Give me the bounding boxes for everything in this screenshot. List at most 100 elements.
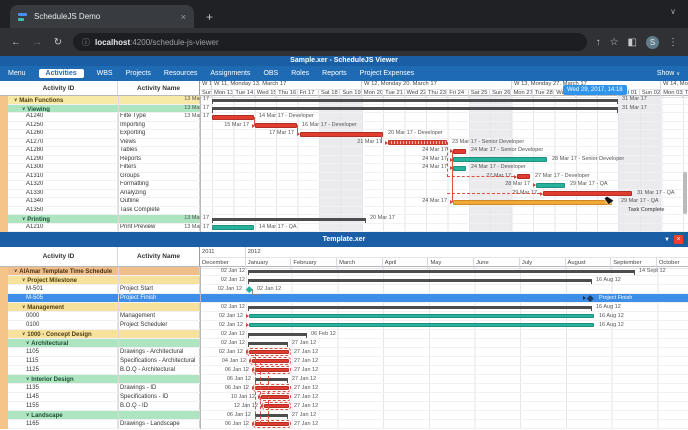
summary-bar[interactable] bbox=[248, 342, 288, 345]
task-bar[interactable] bbox=[249, 314, 594, 319]
reload-icon[interactable]: ↻ bbox=[52, 37, 64, 48]
new-tab-button[interactable]: + bbox=[206, 10, 213, 24]
sidepanel-icon[interactable]: ◧ bbox=[628, 37, 637, 48]
table-row[interactable]: A1280Tables 24 Mar 1724 Mar 17 - Senior … bbox=[0, 147, 688, 156]
table-row[interactable]: 1105Drawings - Architectural 02 Jan 1227… bbox=[0, 348, 688, 357]
browser-menu-kebab-icon[interactable]: ⋮ bbox=[668, 37, 678, 48]
show-dropdown[interactable]: Show∨ bbox=[657, 70, 680, 77]
group-row-architectural[interactable]: ∨Architectural 02 Jan 1227 Jan 12 bbox=[0, 339, 688, 348]
summary-bar[interactable] bbox=[212, 107, 618, 110]
task-bar[interactable] bbox=[212, 115, 254, 120]
task-bar[interactable] bbox=[536, 183, 565, 188]
table-row[interactable]: A1270Views 21 Mar 1723 Mar 17 - Senior D… bbox=[0, 139, 688, 148]
table-row[interactable]: A1260Exporting 17 Mar 1720 Mar 17 - Deve… bbox=[0, 130, 688, 139]
table-row[interactable]: A1320Formatting 28 Mar 1729 Mar 17 - QA bbox=[0, 181, 688, 190]
group-row-project-milestone[interactable]: ∨Project Milestone 02 Jan 1216 Aug 12 bbox=[0, 276, 688, 285]
collapse-caret-icon[interactable]: ∨ bbox=[22, 304, 25, 309]
collapse-caret-icon[interactable]: ∨ bbox=[26, 412, 29, 417]
table-row-selected[interactable]: M-505Project Finish Project Finish bbox=[0, 294, 688, 303]
task-bar[interactable] bbox=[543, 191, 632, 196]
milestone-diamond[interactable] bbox=[587, 295, 593, 301]
menu-item-wbs[interactable]: WBS bbox=[97, 70, 113, 77]
tab-search-chevron-icon[interactable]: ∨ bbox=[670, 7, 676, 16]
task-bar[interactable] bbox=[249, 323, 594, 328]
filter-icon[interactable]: ▼ bbox=[664, 237, 670, 243]
group-row-landscape[interactable]: ∨Landscape 06 Jan 1227 Jan 12 bbox=[0, 411, 688, 420]
group-row-alamar[interactable]: ∨AlAmar Template Time Schedule 02 Jan 12… bbox=[0, 267, 688, 276]
table-row[interactable]: A1290Reports 24 Mar 1728 Mar 17 - Senior… bbox=[0, 156, 688, 165]
menu-item-obs[interactable]: OBS bbox=[263, 70, 278, 77]
menu-item-project-expenses[interactable]: Project Expenses bbox=[360, 70, 414, 77]
group-row-printing[interactable]: ∨Printing 13 Mar 1720 Mar 17 bbox=[0, 215, 688, 224]
collapse-caret-icon[interactable]: ∨ bbox=[22, 331, 25, 336]
table-row[interactable]: A1250Importing 15 Mar 1716 Mar 17 - Deve… bbox=[0, 122, 688, 131]
task-bar[interactable] bbox=[388, 140, 447, 145]
tab-close-icon[interactable]: × bbox=[181, 12, 186, 22]
table-row[interactable]: 1125B.O.Q - Architectural 06 Jan 1227 Ja… bbox=[0, 366, 688, 375]
table-row[interactable]: A1210Print Preview 13 Mar 1714 Mar 17 - … bbox=[0, 224, 688, 233]
collapse-caret-icon[interactable]: ∨ bbox=[22, 277, 25, 282]
task-bar[interactable] bbox=[453, 200, 612, 205]
url-bar[interactable]: ⓘ localhost:4200/schedule-js-viewer bbox=[73, 33, 587, 51]
table-row[interactable]: 0100Project Scheduler 02 Jan 1216 Aug 12 bbox=[0, 321, 688, 330]
profile-avatar[interactable]: S bbox=[646, 36, 659, 49]
table-row[interactable]: 1115Specifications - Architectural 04 Ja… bbox=[0, 357, 688, 366]
site-info-icon[interactable]: ⓘ bbox=[82, 37, 90, 48]
table-row[interactable]: M-501Project Start 02 Jan 1202 Jan 12 bbox=[0, 285, 688, 294]
table-row[interactable]: 0000Management 02 Jan 1216 Aug 12 bbox=[0, 312, 688, 321]
task-bar[interactable] bbox=[517, 174, 530, 179]
task-bar[interactable] bbox=[453, 157, 547, 162]
menu-item-reports[interactable]: Reports bbox=[322, 70, 347, 77]
collapse-caret-icon[interactable]: ∨ bbox=[22, 216, 25, 221]
window2-titlebar[interactable]: Template.xer ▼ × bbox=[0, 232, 688, 247]
collapse-caret-icon[interactable]: ∨ bbox=[26, 376, 29, 381]
task-bar[interactable] bbox=[300, 132, 383, 137]
table-row[interactable]: A1350Task Complete Task Complete bbox=[0, 207, 688, 216]
table-row[interactable]: A1300Filters 24 Mar 1724 Mar 17 - Develo… bbox=[0, 164, 688, 173]
back-icon[interactable]: ← bbox=[10, 37, 22, 48]
table-row[interactable]: 1135Drawings - ID 06 Jan 1227 Jan 12 bbox=[0, 384, 688, 393]
collapse-caret-icon[interactable]: ∨ bbox=[14, 97, 17, 102]
group-row-viewing[interactable]: ∨Viewing 13 Mar 1731 Mar 17 bbox=[0, 105, 688, 114]
forward-icon[interactable]: → bbox=[31, 37, 43, 48]
share-icon[interactable]: ↑ bbox=[596, 37, 601, 48]
table-row[interactable]: A1240Filte Type 13 Mar 1714 Mar 17 - Dev… bbox=[0, 113, 688, 122]
menu-item-activities[interactable]: Activities bbox=[39, 69, 84, 78]
summary-bar[interactable] bbox=[212, 218, 366, 221]
summary-bar[interactable] bbox=[248, 333, 307, 336]
table-row[interactable]: 1165Drawings - Landscape 06 Jan 1227 Jan… bbox=[0, 420, 688, 429]
group-row-concept-design[interactable]: ∨1000 - Concept Design 02 Jan 1206 Feb 1… bbox=[0, 330, 688, 339]
menu-item-menu[interactable]: Menu bbox=[8, 70, 26, 77]
summary-bar[interactable] bbox=[248, 279, 592, 282]
bookmark-star-icon[interactable]: ☆ bbox=[610, 37, 619, 48]
table-row[interactable]: A1330Analyzing 29 Mar 1731 Mar 17 - QA bbox=[0, 190, 688, 199]
group-row-interior-design[interactable]: ∨Interior Design 06 Jan 1227 Jan 12 bbox=[0, 375, 688, 384]
table-row[interactable]: A1340Outline 24 Mar 1729 Mar 17 - QA bbox=[0, 198, 688, 207]
menu-item-resources[interactable]: Resources bbox=[164, 70, 197, 77]
table-row[interactable]: A1310Groups 27 Mar 1727 Mar 17 - Develop… bbox=[0, 173, 688, 182]
task-bar[interactable] bbox=[453, 166, 466, 171]
collapse-caret-icon[interactable]: ∨ bbox=[22, 106, 25, 111]
menu-item-projects[interactable]: Projects bbox=[126, 70, 151, 77]
summary-bar[interactable] bbox=[248, 270, 635, 273]
collapse-caret-icon[interactable]: ∨ bbox=[14, 268, 17, 273]
table-row[interactable]: 1155B.O.Q - ID 12 Jan 1227 Jan 12 bbox=[0, 402, 688, 411]
menu-item-roles[interactable]: Roles bbox=[291, 70, 309, 77]
collapse-caret-icon[interactable]: ∨ bbox=[26, 340, 29, 345]
task-bar[interactable] bbox=[255, 123, 297, 128]
summary-bar[interactable] bbox=[248, 306, 592, 309]
group-row-main-functions[interactable]: ∨Main Functions 13 Mar 1731 Mar 17 bbox=[0, 96, 688, 105]
browser-tab[interactable]: ScheduleJS Demo × bbox=[10, 5, 194, 28]
menu-item-assignments[interactable]: Assignments bbox=[210, 70, 250, 77]
task-bar[interactable] bbox=[261, 395, 289, 400]
task-bar[interactable] bbox=[252, 359, 289, 364]
dependency-line bbox=[254, 117, 255, 126]
task-bar[interactable] bbox=[212, 225, 254, 230]
vertical-scrollbar[interactable] bbox=[683, 172, 688, 214]
close-window-icon[interactable]: × bbox=[674, 235, 683, 244]
task-bar[interactable] bbox=[453, 149, 466, 154]
summary-bar[interactable] bbox=[212, 99, 618, 102]
group-row-management[interactable]: ∨Management 02 Jan 1216 Aug 12 bbox=[0, 303, 688, 312]
table-row[interactable]: 1145Specifications - ID 10 Jan 1227 Jan … bbox=[0, 393, 688, 402]
dependency-line bbox=[447, 142, 448, 177]
